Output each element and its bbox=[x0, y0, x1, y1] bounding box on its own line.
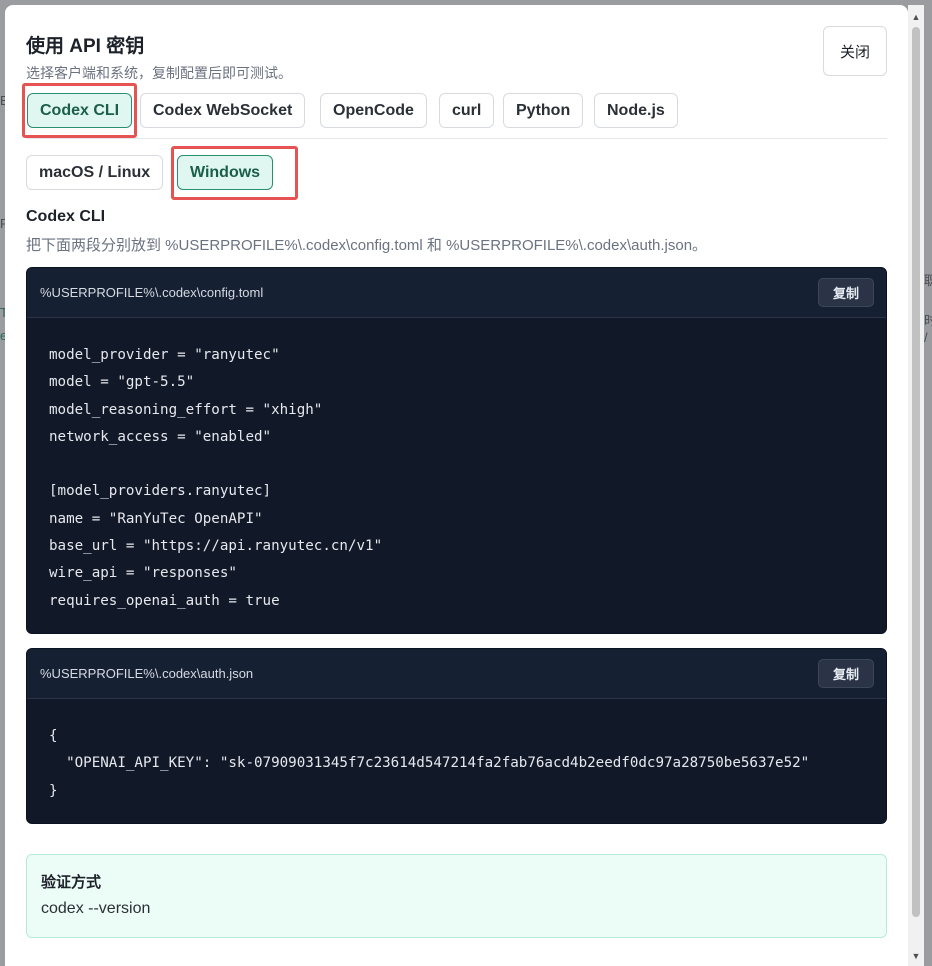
code-file-path: %USERPROFILE%\.codex\config.toml bbox=[40, 285, 264, 300]
close-button[interactable]: 关闭 bbox=[823, 26, 887, 76]
section-title: Codex CLI bbox=[26, 208, 106, 225]
code-line: { bbox=[49, 728, 58, 744]
dialog-title: 使用 API 密钥 bbox=[26, 36, 145, 57]
code-line: wire_api = "responses" bbox=[49, 565, 237, 582]
code-line: [model_providers.ranyutec] bbox=[49, 483, 272, 500]
verify-title: 验证方式 bbox=[41, 874, 102, 891]
code-header: %USERPROFILE%\.codex\config.toml 复制 bbox=[27, 268, 886, 318]
code-line: } bbox=[49, 782, 58, 799]
auth-code-block: %USERPROFILE%\.codex\auth.json 复制 { "OPE… bbox=[26, 648, 887, 824]
tab-python[interactable]: Python bbox=[503, 93, 584, 128]
scrollbar-thumb[interactable] bbox=[912, 27, 920, 917]
code-line: network_access = "enabled" bbox=[49, 428, 272, 445]
tab-curl[interactable]: curl bbox=[439, 93, 495, 128]
api-key-dialog: 使用 API 密钥 选择客户端和系统，复制配置后即可测试。 关闭 Codex C… bbox=[5, 5, 908, 966]
copy-config-button[interactable]: 复制 bbox=[818, 278, 874, 307]
tab-windows[interactable]: Windows bbox=[177, 155, 274, 190]
scroll-down-arrow-icon[interactable]: ▼ bbox=[908, 950, 924, 962]
tab-codex-websocket[interactable]: Codex WebSocket bbox=[140, 93, 306, 128]
scrollbar[interactable]: ▲ ▼ bbox=[908, 5, 924, 966]
config-code-block: %USERPROFILE%\.codex\config.toml 复制 mode… bbox=[26, 267, 887, 634]
code-content[interactable]: { "OPENAI_API_KEY": "sk-07909031345f7c23… bbox=[27, 699, 886, 805]
background-fragment: 时 bbox=[924, 313, 932, 328]
code-content[interactable]: model_provider = "ranyutec" model = "gpt… bbox=[27, 318, 886, 615]
background-fragment: / bbox=[924, 330, 928, 345]
tab-nodejs[interactable]: Node.js bbox=[594, 93, 678, 128]
verify-command: codex --version bbox=[41, 900, 151, 917]
tab-codex-cli[interactable]: Codex CLI bbox=[27, 93, 133, 128]
verify-box: 验证方式 codex --version bbox=[26, 854, 887, 938]
tabs-divider bbox=[26, 138, 887, 139]
tab-macos-linux[interactable]: macOS / Linux bbox=[26, 155, 164, 190]
code-line: model = "gpt-5.5" bbox=[49, 374, 195, 391]
section-description: 把下面两段分别放到 %USERPROFILE%\.codex\config.to… bbox=[26, 237, 708, 254]
code-line: name = "RanYuTec OpenAPI" bbox=[49, 510, 263, 527]
tab-opencode[interactable]: OpenCode bbox=[320, 93, 427, 128]
dialog-subtitle: 选择客户端和系统，复制配置后即可测试。 bbox=[26, 65, 292, 81]
code-header: %USERPROFILE%\.codex\auth.json 复制 bbox=[27, 649, 886, 699]
code-line: model_reasoning_effort = "xhigh" bbox=[49, 401, 323, 418]
code-line: model_provider = "ranyutec" bbox=[49, 347, 280, 363]
code-line: requires_openai_auth = true bbox=[49, 592, 280, 609]
code-file-path: %USERPROFILE%\.codex\auth.json bbox=[40, 666, 254, 681]
code-line: base_url = "https://api.ranyutec.cn/v1" bbox=[49, 538, 383, 555]
background-fragment: 职 bbox=[924, 273, 932, 288]
copy-auth-button[interactable]: 复制 bbox=[818, 659, 874, 688]
scroll-up-arrow-icon[interactable]: ▲ bbox=[908, 11, 924, 23]
code-line: "OPENAI_API_KEY": "sk-07909031345f7c2361… bbox=[49, 755, 810, 772]
